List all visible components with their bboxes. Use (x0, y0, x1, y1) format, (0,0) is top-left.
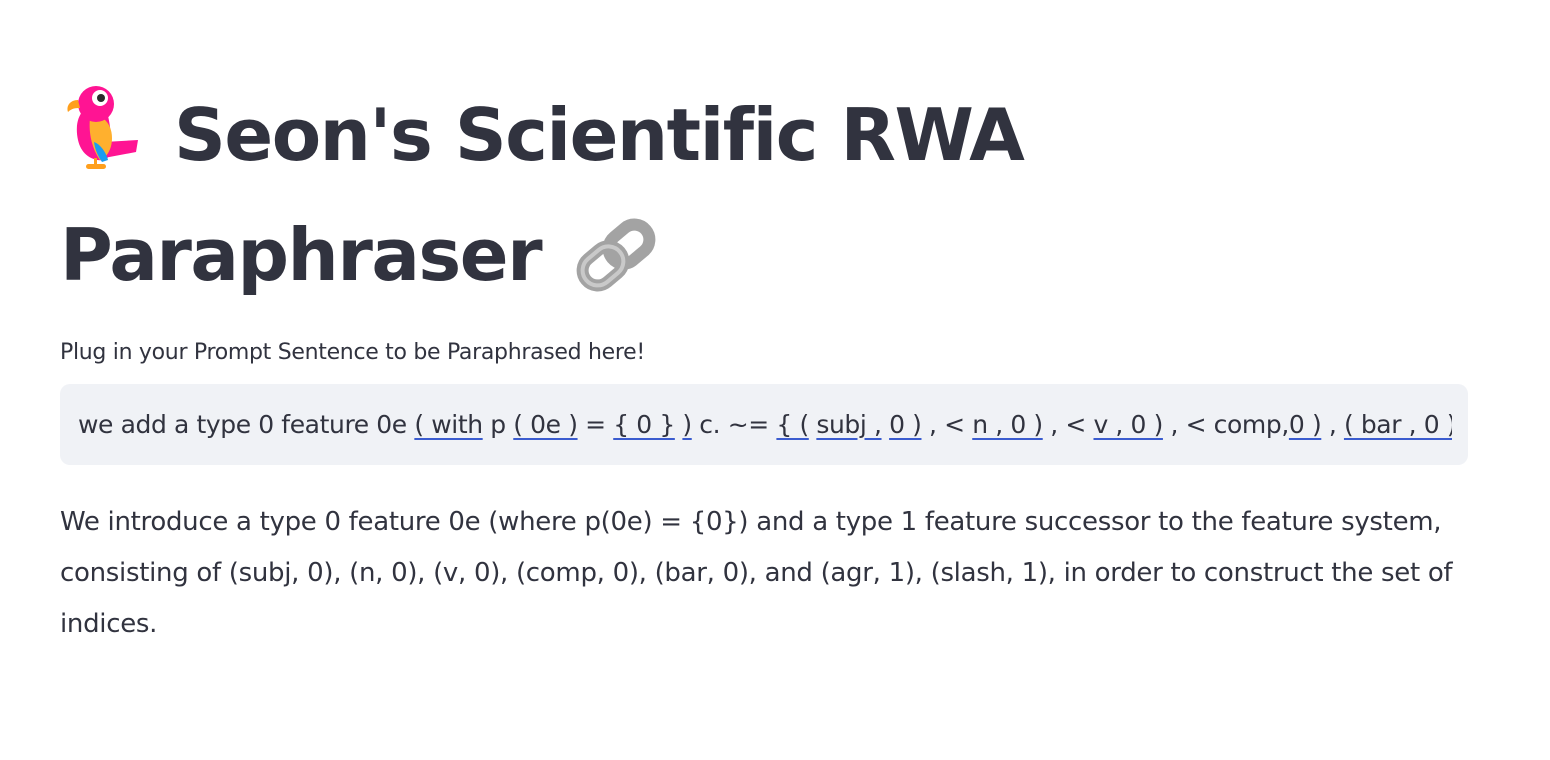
prompt-text-token (882, 410, 890, 439)
prompt-label: Plug in your Prompt Sentence to be Parap… (60, 340, 645, 365)
link-icon (571, 210, 661, 328)
prompt-link-token[interactable]: 0 ) (1289, 410, 1322, 439)
title-text: Seon's Scientific RWA Paraphraser (60, 93, 1025, 297)
prompt-link-token[interactable]: ( with (414, 410, 483, 439)
prompt-link-token[interactable]: n , 0 ) (972, 410, 1043, 439)
prompt-text-token: , (1321, 409, 1344, 439)
prompt-link-token[interactable]: ) (682, 410, 692, 439)
prompt-link-token[interactable]: ( 0e ) (513, 410, 578, 439)
prompt-text-token: we add a type 0 feature 0e (78, 409, 415, 439)
prompt-input[interactable]: we add a type 0 feature 0e ( with p ( 0e… (60, 384, 1468, 465)
prompt-link-token[interactable]: { ( (776, 410, 809, 439)
parrot-icon (60, 82, 140, 202)
prompt-text-token: , < (1042, 409, 1094, 439)
prompt-text-token: , < comp, (1162, 409, 1289, 439)
prompt-text-token: c. ~= (691, 409, 777, 439)
page-title: Seon's Scientific RWA Paraphraser (60, 82, 1160, 328)
prompt-text-token: = (577, 409, 614, 439)
prompt-link-token[interactable]: 0 ) (889, 410, 922, 439)
prompt-link-token[interactable]: subj , (816, 410, 882, 439)
prompt-text-token: , < (921, 409, 973, 439)
prompt-link-token[interactable]: ( bar , 0 ) (1344, 410, 1452, 439)
paraphrase-output: We introduce a type 0 feature 0e (where … (60, 507, 1453, 639)
prompt-link-token[interactable]: v , 0 ) (1093, 410, 1163, 439)
prompt-link-token[interactable]: { 0 } (613, 410, 675, 439)
prompt-text-token: p (482, 409, 514, 439)
prompt-input-text[interactable]: we add a type 0 feature 0e ( with p ( 0e… (78, 407, 1452, 443)
